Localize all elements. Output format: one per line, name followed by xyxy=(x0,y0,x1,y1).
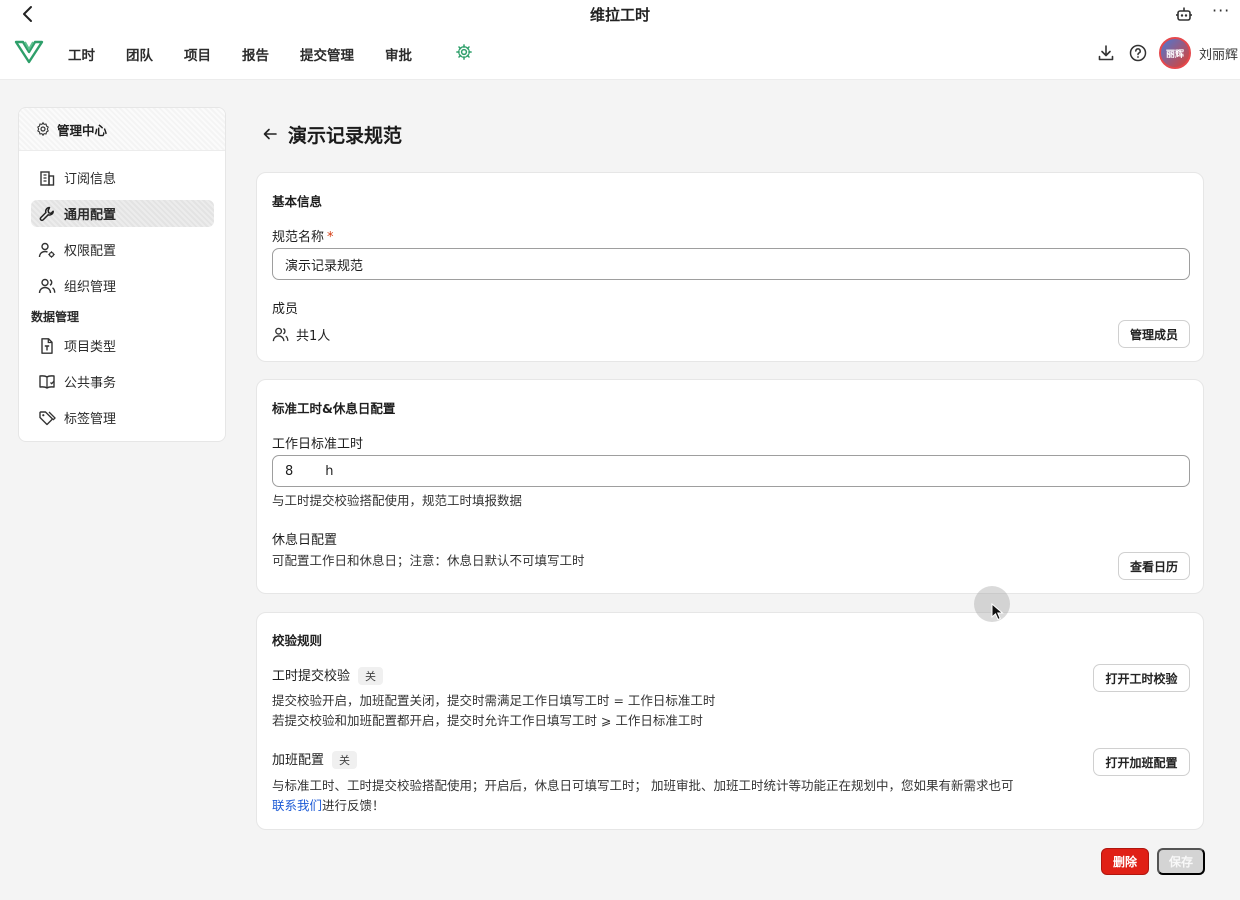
spec-name-label: 规范名称 * xyxy=(272,226,334,245)
members-label: 成员 xyxy=(272,302,299,317)
sidebar: 管理中心 订阅信息 通用配置 权限配置 组织管理 数据管理 项目类型 公共事务 … xyxy=(18,107,226,442)
submit-check-label: 工时提交校验 xyxy=(272,669,351,684)
overtime-label: 加班配置 xyxy=(272,753,325,768)
sidebar-item-permissions[interactable]: 权限配置 xyxy=(31,236,214,263)
sidebar-header-label: 管理中心 xyxy=(57,122,108,138)
overtime-row: 加班配置关 xyxy=(272,749,358,769)
nav-item-approval[interactable]: 审批 xyxy=(385,44,412,64)
users-icon xyxy=(272,327,289,342)
workday-hours-desc: 与工时提交校验搭配使用，规范工时填报数据 xyxy=(272,493,523,508)
validation-rules-title: 校验规则 xyxy=(272,633,323,648)
contact-us-link[interactable]: 联系我们 xyxy=(272,798,322,813)
submit-check-desc-2: 若提交校验和加班配置都开启，提交时允许工作日填写工时 ⩾ 工作日标准工时 xyxy=(272,713,703,728)
page-title: 演示记录规范 xyxy=(288,125,403,147)
nav-item-submissions[interactable]: 提交管理 xyxy=(300,44,354,64)
settings-gear-icon[interactable] xyxy=(455,43,473,61)
rest-day-label: 休息日配置 xyxy=(272,533,338,548)
username[interactable]: 刘丽辉 xyxy=(1199,44,1238,63)
sidebar-item-label: 权限配置 xyxy=(64,244,117,259)
standard-hours-title: 标准工时&休息日配置 xyxy=(272,401,396,416)
workday-hours-value: 8 xyxy=(285,463,294,479)
workday-hours-input[interactable]: 8 h xyxy=(272,455,1190,487)
spec-name-label-text: 规范名称 xyxy=(272,230,325,245)
enable-submit-check-button[interactable]: 打开工时校验 xyxy=(1093,664,1190,692)
avatar[interactable]: 丽辉 xyxy=(1158,37,1191,69)
members-count: 共1人 xyxy=(296,329,331,344)
sidebar-item-tags[interactable]: 标签管理 xyxy=(31,404,214,431)
standard-hours-card: 标准工时&休息日配置 工作日标准工时 8 h 与工时提交校验搭配使用，规范工时填… xyxy=(256,379,1204,594)
sidebar-group-label: 数据管理 xyxy=(31,310,80,324)
mouse-cursor-icon xyxy=(991,603,1004,621)
nav-item-projects[interactable]: 项目 xyxy=(184,44,211,64)
sidebar-item-subscription[interactable]: 订阅信息 xyxy=(31,164,214,191)
nav-menu: 工时 团队 项目 报告 提交管理 审批 xyxy=(68,44,443,64)
tag-icon xyxy=(39,410,56,425)
top-navbar: 工时 团队 项目 报告 提交管理 审批 丽辉 刘丽辉 xyxy=(0,28,1240,80)
workday-hours-label: 工作日标准工时 xyxy=(272,437,364,452)
user-gear-icon xyxy=(38,242,55,258)
file-type-icon xyxy=(41,337,53,354)
basic-info-title: 基本信息 xyxy=(272,194,323,209)
sidebar-item-label: 通用配置 xyxy=(64,208,117,223)
nav-right: 丽辉 刘丽辉 xyxy=(1097,37,1240,69)
sidebar-item-label: 标签管理 xyxy=(64,412,117,427)
sidebar-item-general-config[interactable]: 通用配置 xyxy=(31,200,214,227)
sidebar-item-label: 组织管理 xyxy=(64,280,117,295)
view-calendar-button[interactable]: 查看日历 xyxy=(1118,552,1190,580)
submit-check-status-badge: 关 xyxy=(358,667,384,685)
download-icon[interactable] xyxy=(1097,44,1115,62)
wrench-icon xyxy=(39,206,54,221)
submit-check-desc-1: 提交校验开启，加班配置关闭，提交时需满足工作日填写工时 = 工作日标准工时 xyxy=(272,693,716,708)
overtime-desc-2-text: 进行反馈！ xyxy=(322,798,385,813)
manage-members-button[interactable]: 管理成员 xyxy=(1118,320,1190,348)
robot-icon[interactable] xyxy=(1174,4,1194,24)
submit-check-row: 工时提交校验关 xyxy=(272,665,384,685)
help-icon[interactable] xyxy=(1129,44,1147,62)
rest-day-desc: 可配置工作日和休息日；注意：休息日默认不可填写工时 xyxy=(272,553,585,568)
sidebar-header: 管理中心 xyxy=(19,108,225,151)
sidebar-item-label: 公共事务 xyxy=(64,376,117,391)
sidebar-item-organization[interactable]: 组织管理 xyxy=(31,272,214,299)
save-button[interactable]: 保存 xyxy=(1157,848,1205,875)
window-title: 维拉工时 xyxy=(589,6,650,24)
sidebar-item-label: 项目类型 xyxy=(64,340,117,355)
enable-overtime-button[interactable]: 打开加班配置 xyxy=(1093,748,1190,776)
required-mark: * xyxy=(327,230,334,245)
workday-hours-unit: h xyxy=(325,463,334,479)
building-icon xyxy=(40,170,55,186)
sidebar-item-public-affairs[interactable]: 公共事务 xyxy=(31,368,214,395)
sidebar-item-label: 订阅信息 xyxy=(64,172,117,187)
nav-item-team[interactable]: 团队 xyxy=(126,44,153,64)
gear-icon xyxy=(37,122,49,136)
nav-item-reports[interactable]: 报告 xyxy=(242,44,269,64)
users-icon xyxy=(38,278,56,293)
page-back-arrow-icon[interactable] xyxy=(262,126,278,142)
logo-icon[interactable] xyxy=(14,39,44,65)
nav-item-hours[interactable]: 工时 xyxy=(68,44,95,64)
book-icon xyxy=(39,374,55,389)
sidebar-item-project-types[interactable]: 项目类型 xyxy=(31,332,214,359)
basic-info-card: 基本信息 规范名称* 成员 共1人 管理成员 xyxy=(256,172,1204,362)
more-icon[interactable]: ··· xyxy=(1212,1,1230,20)
spec-name-input[interactable] xyxy=(272,248,1190,280)
title-bar: 维拉工时 ··· xyxy=(0,0,1240,28)
validation-rules-card: 校验规则 工时提交校验关 提交校验开启，加班配置关闭，提交时需满足工作日填写工时… xyxy=(256,612,1204,830)
delete-button[interactable]: 删除 xyxy=(1101,848,1149,875)
overtime-desc-2: 联系我们进行反馈！ xyxy=(272,796,385,816)
overtime-desc-1: 与标准工时、工时提交校验搭配使用；开启后，休息日可填写工时； 加班审批、加班工时… xyxy=(272,778,1014,793)
overtime-status-badge: 关 xyxy=(332,751,358,769)
members-summary: 共1人 xyxy=(272,325,330,344)
